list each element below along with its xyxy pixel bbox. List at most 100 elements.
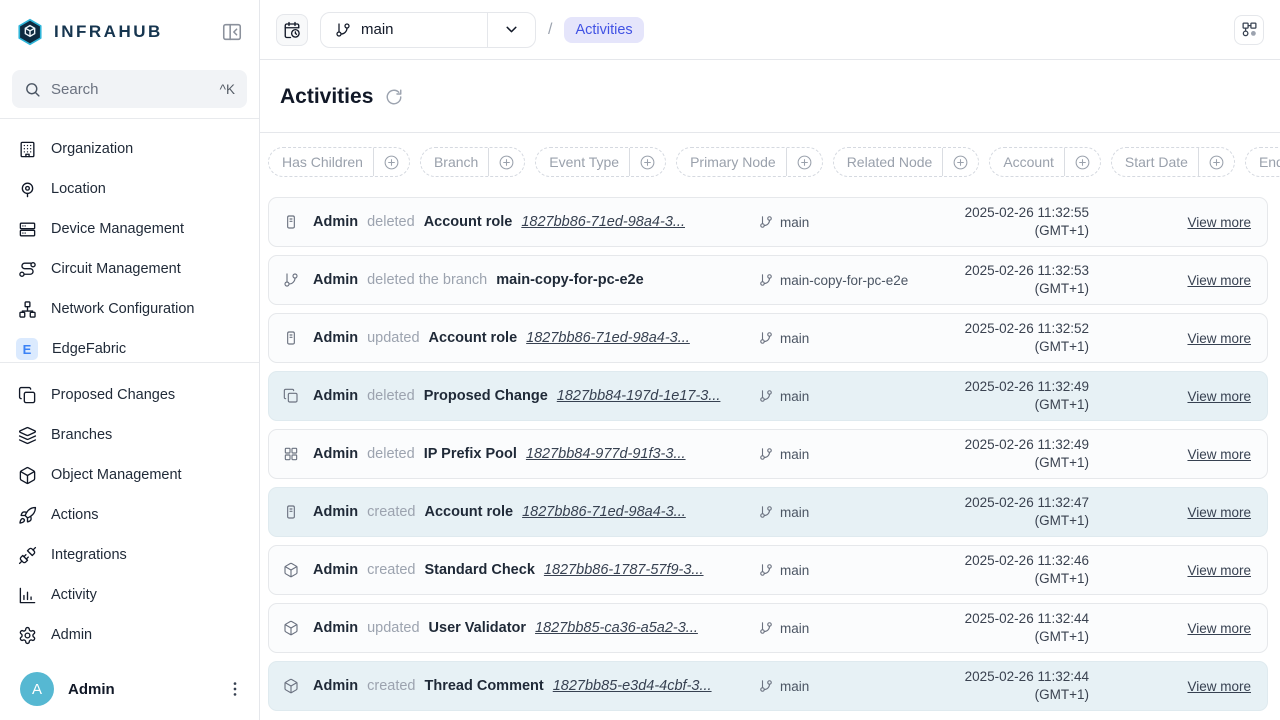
plus-circle-icon[interactable] [1064, 148, 1100, 176]
activity-object-id-link[interactable]: 1827bb85-ca36-a5a2-3... [535, 620, 698, 636]
activity-action: deleted [367, 446, 415, 462]
schema-viewer-button[interactable] [1234, 15, 1264, 45]
activity-summary: AdminupdatedUser Validator1827bb85-ca36-… [313, 620, 759, 636]
cube-icon [283, 678, 299, 694]
plus-circle-icon[interactable] [786, 148, 822, 176]
filter-chip-label: End Date [1246, 154, 1280, 170]
activity-date: 2025-02-26 11:32:53 [929, 262, 1089, 280]
view-more-link[interactable]: View more [1145, 331, 1263, 346]
filter-chip-label: Start Date [1112, 154, 1198, 170]
badge-icon [283, 214, 299, 230]
sidebar-item-integrations[interactable]: Integrations [0, 535, 259, 575]
sidebar-item-object-management[interactable]: Object Management [0, 455, 259, 495]
sidebar-item-label: Device Management [51, 221, 184, 237]
sidebar-item-activity[interactable]: Activity [0, 575, 259, 615]
rocket-icon [18, 506, 37, 525]
sidebar: INFRAHUB Search ^K Organization Location D… [0, 0, 260, 720]
activity-actor: Admin [313, 446, 358, 462]
sidebar-item-device-management[interactable]: Device Management [0, 209, 259, 249]
user-menu-kebab-icon[interactable] [225, 679, 245, 699]
view-more-link[interactable]: View more [1145, 447, 1263, 462]
breadcrumb-activities[interactable]: Activities [564, 17, 643, 43]
activity-timezone: (GMT+1) [929, 454, 1089, 472]
branch-icon [283, 272, 299, 288]
plus-circle-icon[interactable] [488, 148, 524, 176]
search-shortcut: ^K [220, 82, 235, 97]
sidebar-item-actions[interactable]: Actions [0, 495, 259, 535]
activity-timestamp: 2025-02-26 11:32:49(GMT+1) [929, 436, 1145, 471]
network-icon [18, 300, 37, 319]
activity-object-id-link[interactable]: 1827bb86-1787-57f9-3... [544, 562, 704, 578]
activity-object-id-link[interactable]: 1827bb86-71ed-98a4-3... [526, 330, 690, 346]
plus-circle-icon[interactable] [942, 148, 978, 176]
sidebar-item-circuit-management[interactable]: Circuit Management [0, 249, 259, 289]
activity-timestamp: 2025-02-26 11:32:49(GMT+1) [929, 378, 1145, 413]
sidebar-item-location[interactable]: Location [0, 169, 259, 209]
filter-chip-event-type[interactable]: Event Type [535, 147, 666, 177]
sidebar-item-organization[interactable]: Organization [0, 129, 259, 169]
git-branch-icon [759, 621, 773, 635]
branch-selector-value: main [321, 13, 487, 47]
git-branch-icon [759, 505, 773, 519]
user-name: Admin [68, 681, 211, 698]
activity-object-id-link[interactable]: 1827bb84-197d-1e17-3... [557, 388, 721, 404]
infrahub-logo[interactable]: INFRAHUB [16, 18, 163, 46]
activity-object-id-link[interactable]: 1827bb86-71ed-98a4-3... [522, 504, 686, 520]
view-more-link[interactable]: View more [1145, 389, 1263, 404]
activity-branch: main [759, 563, 929, 578]
plus-circle-icon[interactable] [629, 148, 665, 176]
search-input[interactable]: Search ^K [12, 70, 247, 108]
schema-graph-icon [1241, 21, 1258, 38]
filter-chip-start-date[interactable]: Start Date [1111, 147, 1235, 177]
grid-icon [283, 446, 299, 462]
view-more-link[interactable]: View more [1145, 505, 1263, 520]
activity-timestamp: 2025-02-26 11:32:55(GMT+1) [929, 204, 1145, 239]
plus-circle-icon[interactable] [1198, 148, 1234, 176]
calendar-clock-button[interactable] [276, 14, 308, 46]
activity-object-type: Account role [424, 504, 513, 520]
filter-chip-branch[interactable]: Branch [420, 147, 525, 177]
filter-chip-primary-node[interactable]: Primary Node [676, 147, 823, 177]
sidebar-item-label: Activity [51, 587, 97, 603]
activity-object-id-link[interactable]: 1827bb84-977d-91f3-3... [526, 446, 686, 462]
view-more-link[interactable]: View more [1145, 563, 1263, 578]
filter-chip-account[interactable]: Account [989, 147, 1101, 177]
sidebar-item-network-configuration[interactable]: Network Configuration [0, 289, 259, 329]
sidebar-item-label: Organization [51, 141, 133, 157]
view-more-link[interactable]: View more [1145, 621, 1263, 636]
copy-icon [283, 388, 299, 404]
activity-branch-name: main-copy-for-pc-e2e [780, 273, 908, 288]
filter-chip-has-children[interactable]: Has Children [268, 147, 410, 177]
sidebar-item-label: EdgeFabric [52, 341, 126, 357]
sidebar-collapse-icon[interactable] [221, 21, 243, 43]
plus-circle-icon[interactable] [373, 148, 409, 176]
activity-object-id-link[interactable]: 1827bb85-e3d4-4cbf-3... [553, 678, 712, 694]
sidebar-item-admin[interactable]: Admin [0, 615, 259, 655]
filter-chip-label: Has Children [269, 154, 373, 170]
activity-timezone: (GMT+1) [929, 280, 1089, 298]
main-area: main / Activities Activitie [260, 0, 1280, 720]
branch-selector[interactable]: main [320, 12, 536, 48]
infrahub-hexagon-icon [16, 18, 44, 46]
view-more-link[interactable]: View more [1145, 273, 1263, 288]
sidebar-item-proposed-changes[interactable]: Proposed Changes [0, 375, 259, 415]
activity-object-id-link[interactable]: 1827bb86-71ed-98a4-3... [521, 214, 685, 230]
sidebar-item-edgefabric[interactable]: EEdgeFabric [0, 329, 259, 362]
refresh-icon[interactable] [385, 88, 403, 106]
copy-icon [18, 386, 37, 405]
activity-object-type: Proposed Change [424, 388, 548, 404]
activity-branch: main [759, 621, 929, 636]
filter-chip-end-date[interactable]: End Date [1245, 147, 1280, 177]
view-more-link[interactable]: View more [1145, 215, 1263, 230]
activity-branch: main [759, 215, 929, 230]
filter-chip-related-node[interactable]: Related Node [833, 147, 980, 177]
view-more-link[interactable]: View more [1145, 679, 1263, 694]
avatar[interactable]: A [20, 672, 54, 706]
activity-object-type: Account role [429, 330, 518, 346]
branch-dropdown-toggle[interactable] [487, 13, 535, 47]
sidebar-item-branches[interactable]: Branches [0, 415, 259, 455]
activity-branch-name: main [780, 679, 809, 694]
activity-summary: AdmindeletedAccount role1827bb86-71ed-98… [313, 214, 759, 230]
activity-branch-name: main [780, 389, 809, 404]
activity-object-type: Thread Comment [424, 678, 543, 694]
